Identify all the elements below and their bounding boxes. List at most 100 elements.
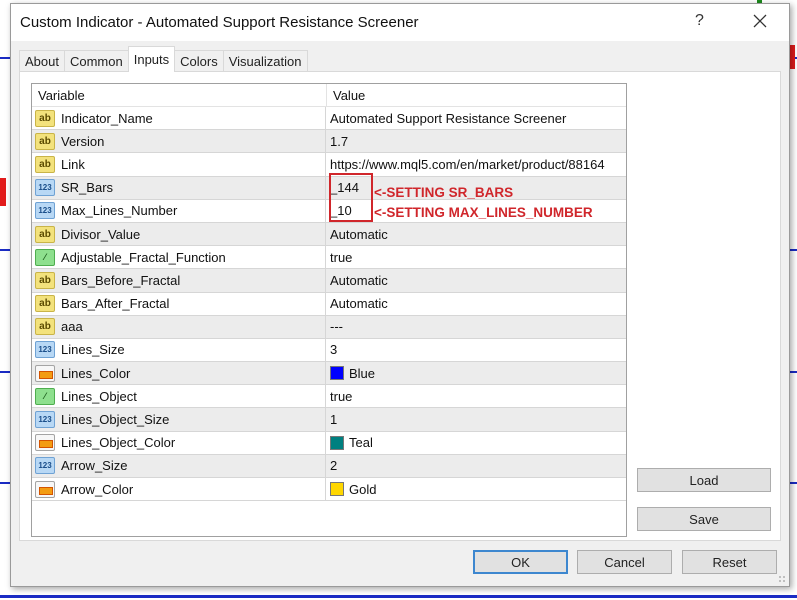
title-bar: Custom Indicator - Automated Support Res…: [11, 4, 789, 41]
value-cell[interactable]: true: [326, 246, 626, 268]
boolean-type-icon: ⁄: [35, 248, 55, 266]
integer-type-icon: 123: [35, 457, 55, 475]
variable-name: Lines_Color: [61, 365, 131, 381]
variable-name: Bars_After_Fractal: [61, 296, 170, 312]
color-swatch: [330, 366, 344, 381]
value-text: Automated Support Resistance Screener: [330, 110, 567, 126]
ok-button[interactable]: OK: [473, 550, 568, 574]
color-type-icon: [35, 364, 55, 382]
inputs-grid: Variable Value ab Indicator_Name Automated…: [31, 83, 627, 537]
value-cell[interactable]: Automatic: [326, 223, 626, 245]
value-cell[interactable]: ---: [326, 316, 626, 338]
load-button[interactable]: Load: [637, 468, 771, 492]
close-icon: [753, 14, 767, 28]
value-text: Teal: [349, 435, 373, 451]
resize-grip[interactable]: [778, 575, 786, 583]
variable-name: SR_Bars: [61, 180, 114, 196]
variable-cell: 123 Arrow_Size: [32, 454, 326, 477]
variable-name: Lines_Object_Size: [61, 412, 170, 428]
value-text: 3: [330, 342, 338, 358]
annotation-highlight-box: [329, 173, 373, 222]
table-row[interactable]: ab aaa ---: [32, 315, 626, 339]
value-text: 2: [330, 458, 338, 474]
table-row[interactable]: ab Bars_Before_Fractal Automatic: [32, 269, 626, 293]
table-row[interactable]: ab Version 1.7: [32, 130, 626, 154]
integer-type-icon: 123: [35, 179, 55, 197]
value-cell[interactable]: Gold: [326, 478, 626, 500]
variable-name: Bars_Before_Fractal: [61, 272, 181, 288]
value-text: https://www.mql5.com/en/market/product/8…: [330, 156, 605, 172]
variable-cell: Arrow_Color: [32, 478, 326, 501]
variable-cell: ab Indicator_Name: [32, 107, 326, 130]
variable-name: Lines_Object_Color: [61, 435, 176, 451]
color-type-icon: [35, 480, 55, 498]
grid-header: Variable Value: [32, 84, 626, 107]
save-button[interactable]: Save: [637, 507, 771, 531]
table-row[interactable]: Lines_Object_Color Teal: [32, 431, 626, 455]
value-text: Automatic: [330, 296, 388, 312]
cancel-button[interactable]: Cancel: [577, 550, 672, 574]
variable-cell: 123 Lines_Size: [32, 338, 326, 362]
value-cell[interactable]: 3: [326, 339, 626, 361]
table-row[interactable]: 123 Lines_Size 3: [32, 338, 626, 363]
value-cell[interactable]: 2: [326, 455, 626, 477]
value-text: Blue: [349, 365, 376, 381]
close-button[interactable]: [747, 8, 773, 34]
value-text: Automatic: [330, 226, 388, 242]
variable-cell: Lines_Color: [32, 362, 326, 385]
value-cell[interactable]: Automated Support Resistance Screener: [326, 107, 626, 129]
value-text: Gold: [349, 481, 377, 497]
string-type-icon: ab: [35, 318, 55, 336]
variable-name: Version: [61, 133, 105, 149]
variable-name: Link: [61, 156, 85, 172]
reset-button[interactable]: Reset: [682, 550, 777, 574]
table-row[interactable]: ab Divisor_Value Automatic: [32, 222, 626, 247]
tab-colors[interactable]: Colors: [174, 50, 224, 72]
variable-cell: 123 Lines_Object_Size: [32, 408, 326, 431]
chart-candle: [0, 178, 6, 206]
variable-name: Lines_Size: [61, 342, 125, 358]
variable-name: Max_Lines_Number: [61, 203, 178, 219]
string-type-icon: ab: [35, 225, 55, 243]
value-cell[interactable]: 1.7: [326, 130, 626, 152]
string-type-icon: ab: [35, 295, 55, 313]
table-row[interactable]: Lines_Color Blue: [32, 362, 626, 386]
variable-cell: ab Link: [32, 153, 326, 176]
tab-about[interactable]: About: [19, 50, 65, 72]
chart-level-line: [0, 595, 797, 598]
variable-cell: ab aaa: [32, 315, 326, 338]
variable-name: Adjustable_Fractal_Function: [61, 249, 226, 265]
tab-bar: About Common Inputs Colors Visualization: [19, 46, 308, 72]
annotation-max-lines: <-SETTING MAX_LINES_NUMBER: [374, 205, 593, 220]
variable-name: Indicator_Name: [61, 110, 153, 126]
tab-common[interactable]: Common: [63, 50, 129, 72]
value-cell[interactable]: Automatic: [326, 269, 626, 291]
variable-cell: ab Version: [32, 130, 326, 153]
table-row[interactable]: ab Bars_After_Fractal Automatic: [32, 292, 626, 316]
variable-name: Arrow_Color: [61, 481, 134, 497]
table-row[interactable]: ⁄ Lines_Object true: [32, 385, 626, 409]
value-cell[interactable]: 1: [326, 408, 626, 430]
color-swatch: [330, 482, 344, 497]
string-type-icon: ab: [35, 271, 55, 289]
inputs-panel: Variable Value ab Indicator_Name Automated…: [19, 71, 781, 541]
table-row[interactable]: ⁄ Adjustable_Fractal_Function true: [32, 246, 626, 270]
value-cell[interactable]: true: [326, 385, 626, 407]
value-text: Automatic: [330, 272, 388, 288]
value-cell[interactable]: Automatic: [326, 293, 626, 315]
column-header-variable[interactable]: Variable: [32, 84, 327, 106]
help-button[interactable]: ?: [695, 12, 704, 30]
table-row[interactable]: 123 Lines_Object_Size 1: [32, 408, 626, 432]
table-row[interactable]: Arrow_Color Gold: [32, 478, 626, 502]
value-cell[interactable]: Teal: [326, 432, 626, 454]
table-row[interactable]: 123 Arrow_Size 2: [32, 454, 626, 478]
table-row[interactable]: ab Indicator_Name Automated Support Resist…: [32, 107, 626, 131]
column-header-value[interactable]: Value: [327, 84, 365, 106]
value-text: 1.7: [330, 133, 349, 149]
tab-visualization[interactable]: Visualization: [222, 50, 308, 72]
tab-inputs[interactable]: Inputs: [127, 46, 176, 72]
variable-cell: 123 SR_Bars: [32, 176, 326, 199]
boolean-type-icon: ⁄: [35, 387, 55, 405]
variable-cell: 123 Max_Lines_Number: [32, 199, 326, 222]
value-cell[interactable]: Blue: [326, 362, 626, 384]
